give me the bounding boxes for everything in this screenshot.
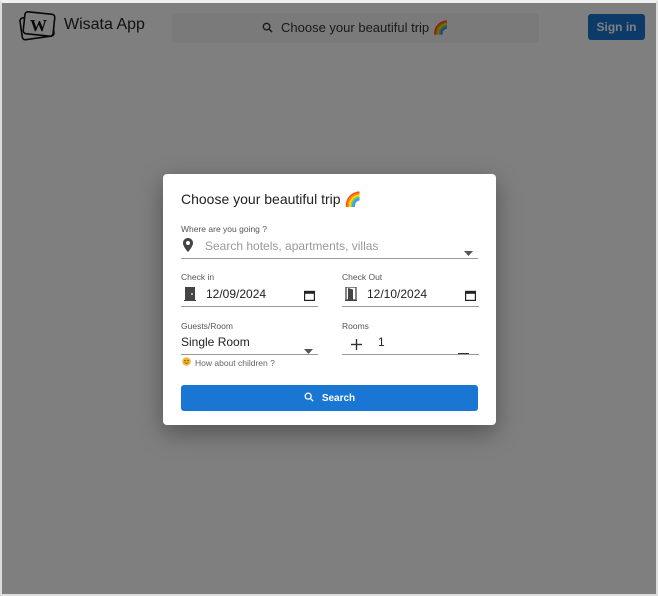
- check-in-label: Check in: [181, 272, 215, 282]
- chevron-down-icon: [304, 341, 313, 359]
- guests-label: Guests/Room: [181, 321, 233, 331]
- trip-search-dialog: Choose your beautiful trip 🌈 Where are y…: [163, 174, 496, 425]
- check-out-underline: [342, 306, 479, 307]
- check-out-label: Check Out: [342, 272, 383, 282]
- search-icon: [304, 392, 314, 405]
- check-out-field[interactable]: 12/10/2024: [342, 284, 479, 306]
- guests-value: Single Room: [181, 335, 250, 349]
- check-out-value: 12/10/2024: [367, 287, 428, 301]
- calendar-icon[interactable]: [465, 288, 477, 306]
- search-button-label: Search: [321, 392, 356, 404]
- check-in-field[interactable]: 12/09/2024: [181, 284, 318, 306]
- calendar-icon[interactable]: [304, 288, 316, 306]
- destination-input[interactable]: Search hotels, apartments, villas: [181, 235, 478, 257]
- children-hint-text: How about children ?: [195, 357, 275, 368]
- guests-underline: [181, 354, 318, 355]
- destination-label: Where are you going ?: [181, 224, 267, 234]
- rooms-underline: [342, 354, 479, 355]
- rooms-label: Rooms: [342, 321, 369, 331]
- rooms-value[interactable]: 1: [378, 335, 385, 349]
- smiley-icon: [182, 357, 191, 368]
- rooms-stepper[interactable]: 1: [342, 332, 479, 355]
- location-pin-icon: [183, 238, 193, 257]
- check-in-underline: [181, 306, 318, 307]
- check-in-value: 12/09/2024: [206, 287, 267, 301]
- search-button[interactable]: Search: [181, 385, 478, 411]
- children-hint[interactable]: How about children ?: [182, 357, 275, 368]
- destination-underline: [181, 258, 478, 259]
- app-frame: W Wisata App Choose your beautiful trip …: [2, 3, 656, 594]
- minus-icon[interactable]: [458, 342, 469, 360]
- destination-placeholder: Search hotels, apartments, villas: [205, 239, 379, 253]
- guests-select[interactable]: Single Room: [181, 332, 318, 354]
- plus-icon[interactable]: [351, 337, 362, 355]
- door-icon: [184, 287, 196, 306]
- door-open-icon: [345, 286, 357, 306]
- dialog-title: Choose your beautiful trip 🌈: [181, 191, 362, 207]
